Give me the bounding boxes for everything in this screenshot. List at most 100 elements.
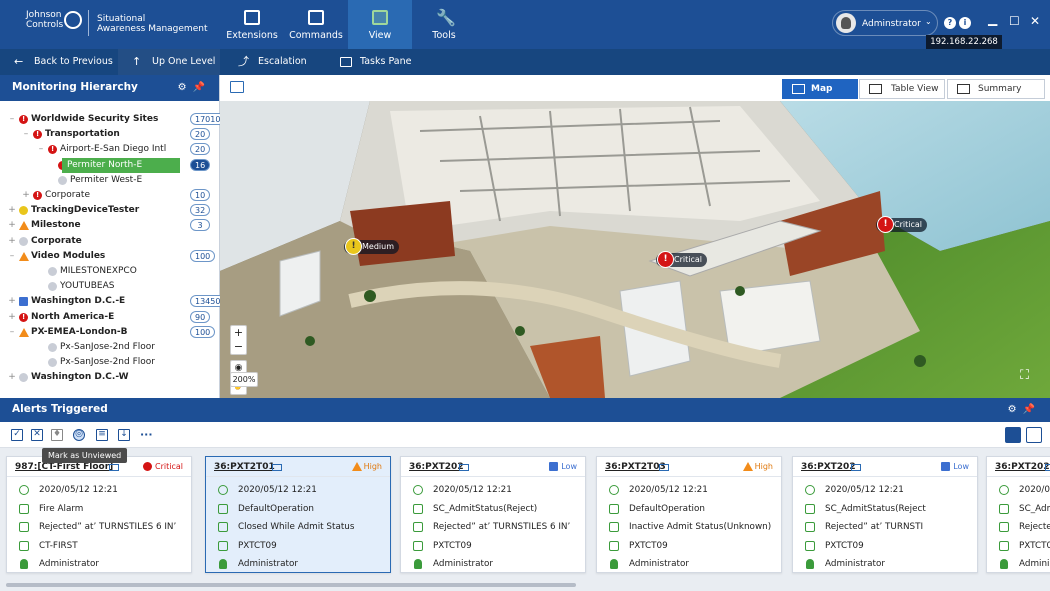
alert-id[interactable]: 36:PXT202 (995, 462, 1050, 472)
expand-icon[interactable]: + (8, 310, 16, 325)
mail-icon[interactable] (109, 464, 119, 471)
tree-node[interactable]: + Milestone 3 (0, 218, 218, 233)
alert-location: CT-FIRST (19, 539, 189, 553)
maximize-icon[interactable]: ☐ (1009, 14, 1020, 28)
mail-icon[interactable] (851, 464, 861, 471)
close-icon[interactable]: ✕ (1030, 14, 1040, 28)
acknowledge-icon[interactable]: ♦ (51, 429, 63, 441)
zoom-out-button[interactable]: − (231, 340, 246, 354)
collapse-icon[interactable]: – (37, 142, 45, 157)
nav-commands[interactable]: Commands (284, 0, 348, 49)
tasks-pane-button[interactable]: Tasks Pane (326, 49, 416, 75)
site-3d-map[interactable]: !Medium !Critical !Critical +− ◉ ✋ ⛶ (220, 101, 1050, 398)
expand-icon[interactable]: + (8, 203, 16, 218)
back-button[interactable]: ← Back to Previous (0, 49, 118, 75)
alert-id[interactable]: 36:PXT2T01 (214, 462, 275, 472)
user-menu[interactable]: Adminstrator ⌄ (832, 10, 938, 36)
tree-node[interactable]: Px-SanJose-2nd Floor (0, 355, 218, 370)
pin-icon[interactable]: 📌 (1023, 404, 1041, 415)
summary-view-button[interactable]: Summary View (947, 79, 1045, 112)
notes-icon[interactable]: ≡ (96, 429, 108, 441)
help-icon[interactable]: ? (944, 17, 956, 29)
mail-icon[interactable] (659, 464, 669, 471)
horizontal-scrollbar[interactable] (6, 583, 576, 587)
commands-icon (308, 10, 324, 25)
collapse-icon[interactable]: – (8, 325, 16, 340)
collapse-icon[interactable]: – (22, 127, 30, 142)
gear-icon[interactable]: ⚙ (178, 82, 193, 93)
alert-date-text: 2020/05/12 12:21 (39, 485, 118, 495)
tree-node[interactable]: + Washington D.C.-E 13450 (0, 294, 226, 309)
expand-icon[interactable]: + (8, 294, 16, 309)
tree-node[interactable]: – Transportation 20 (0, 127, 218, 142)
tree-node[interactable]: + Corporate 10 (0, 188, 218, 203)
alert-id[interactable]: 987:[CT-First Floor] (15, 462, 113, 472)
mail-icon[interactable] (1045, 464, 1050, 471)
tree-node[interactable]: Permiter North-E 16 (0, 157, 218, 173)
tree-node[interactable]: YOUTUBEAS (0, 279, 218, 294)
alert-card[interactable]: 36:PXT202 Low 2020/05/12 12:21 SC_AdmitStat… (400, 456, 586, 573)
collapse-icon[interactable]: – (8, 112, 16, 127)
expand-icon[interactable]: + (8, 234, 16, 249)
mail-icon[interactable] (459, 464, 469, 471)
map-view-button[interactable]: Map View (782, 79, 858, 112)
tree-node[interactable]: – Airport-E-San Diego Intl 20 (0, 142, 218, 157)
fullscreen-icon[interactable]: ⛶ (1020, 368, 1038, 386)
alert-type: DefaultOperation (609, 502, 779, 516)
alert-card[interactable]: 987:[CT-First Floor] Critical 2020/05/12 1… (6, 456, 192, 573)
tree-node[interactable]: + Corporate (0, 234, 218, 249)
tree-node[interactable]: MILESTONEXPCO (0, 264, 218, 279)
tree-node[interactable]: + North America-E 90 (0, 310, 218, 325)
nav-tools[interactable]: 🔧 Tools (412, 0, 476, 49)
alert-card[interactable]: 36:PXT2T01 High 2020/05/12 12:21 DefaultOpe… (205, 456, 391, 573)
tree-node-label: Px-SanJose-2nd Floor (60, 342, 155, 352)
nav-view[interactable]: View (348, 0, 412, 49)
zoom-in-button[interactable]: + (231, 326, 246, 340)
map-pin-critical[interactable]: ! Critical (656, 251, 707, 268)
nav-label: Tools (432, 30, 456, 41)
export-icon[interactable]: ↓ (118, 429, 130, 441)
card-view-toggle[interactable] (1005, 427, 1021, 443)
pin-icon[interactable]: 📌 (193, 82, 211, 93)
tree-node[interactable]: + Washington D.C.-W (0, 370, 218, 385)
map-pin-medium[interactable]: ! Medium (344, 238, 399, 255)
tree-node[interactable]: –Worldwide Security Sites17010 (0, 112, 226, 127)
alert-id[interactable]: 36:PXT202 (801, 462, 856, 472)
table-view-button[interactable]: Table View (859, 79, 945, 99)
alert-id[interactable]: 36:PXT202 (409, 462, 464, 472)
up-level-button[interactable]: ↑ Up One Level (118, 49, 220, 75)
alert-card[interactable]: 36:PXT202Low 2020/05/12 12:21 SC_Admi Rejec… (986, 456, 1050, 573)
minimize-icon[interactable]: ▁ (988, 12, 997, 26)
select-all-icon[interactable]: ✓ (11, 429, 23, 441)
expand-icon[interactable]: + (22, 188, 30, 203)
warn-status-icon (19, 251, 29, 261)
more-icon[interactable]: ··· (140, 428, 153, 441)
escalation-icon: ⤴ (238, 55, 249, 68)
arrow-up-icon: ↑ (132, 55, 142, 68)
user-icon (1000, 559, 1008, 569)
nav-extensions[interactable]: Extensions (220, 0, 284, 49)
map-pin-critical[interactable]: ! Critical (876, 216, 927, 233)
mark-unviewed-icon[interactable]: ◎ (73, 429, 85, 441)
tree-node[interactable]: – PX-EMEA-London-B 100 (0, 325, 218, 340)
clear-selection-icon[interactable]: ✕ (31, 429, 43, 441)
expand-icon[interactable]: + (8, 370, 16, 385)
alert-card[interactable]: 36:PXT202 Low 2020/05/12 12:21 SC_AdmitStat… (792, 456, 978, 573)
grid-view-toggle[interactable] (1026, 427, 1042, 443)
mail-icon[interactable] (272, 464, 282, 471)
expand-icon[interactable]: + (8, 218, 16, 233)
map-layer-icon[interactable] (230, 81, 244, 93)
tree-node[interactable]: + TrackingDeviceTester 32 (0, 203, 218, 218)
severity-badge: High (351, 462, 382, 471)
severity-icon (941, 462, 951, 471)
alert-id[interactable]: 36:PXT2T03 (605, 462, 666, 472)
tree-node[interactable]: – Video Modules 100 (0, 249, 218, 264)
collapse-icon[interactable]: – (8, 249, 16, 264)
alert-date-text: 2020/05/12 12:21 (238, 485, 317, 495)
info-icon[interactable]: i (959, 17, 971, 29)
tree-node[interactable]: Px-SanJose-2nd Floor (0, 340, 218, 355)
tree-node[interactable]: Permiter West-E (0, 173, 218, 188)
escalation-pane-button[interactable]: ⤴Escalation Pane (224, 49, 324, 94)
gear-icon[interactable]: ⚙ (1008, 404, 1023, 415)
alert-card[interactable]: 36:PXT2T03 High 2020/05/12 12:21 DefaultOpe… (596, 456, 782, 573)
